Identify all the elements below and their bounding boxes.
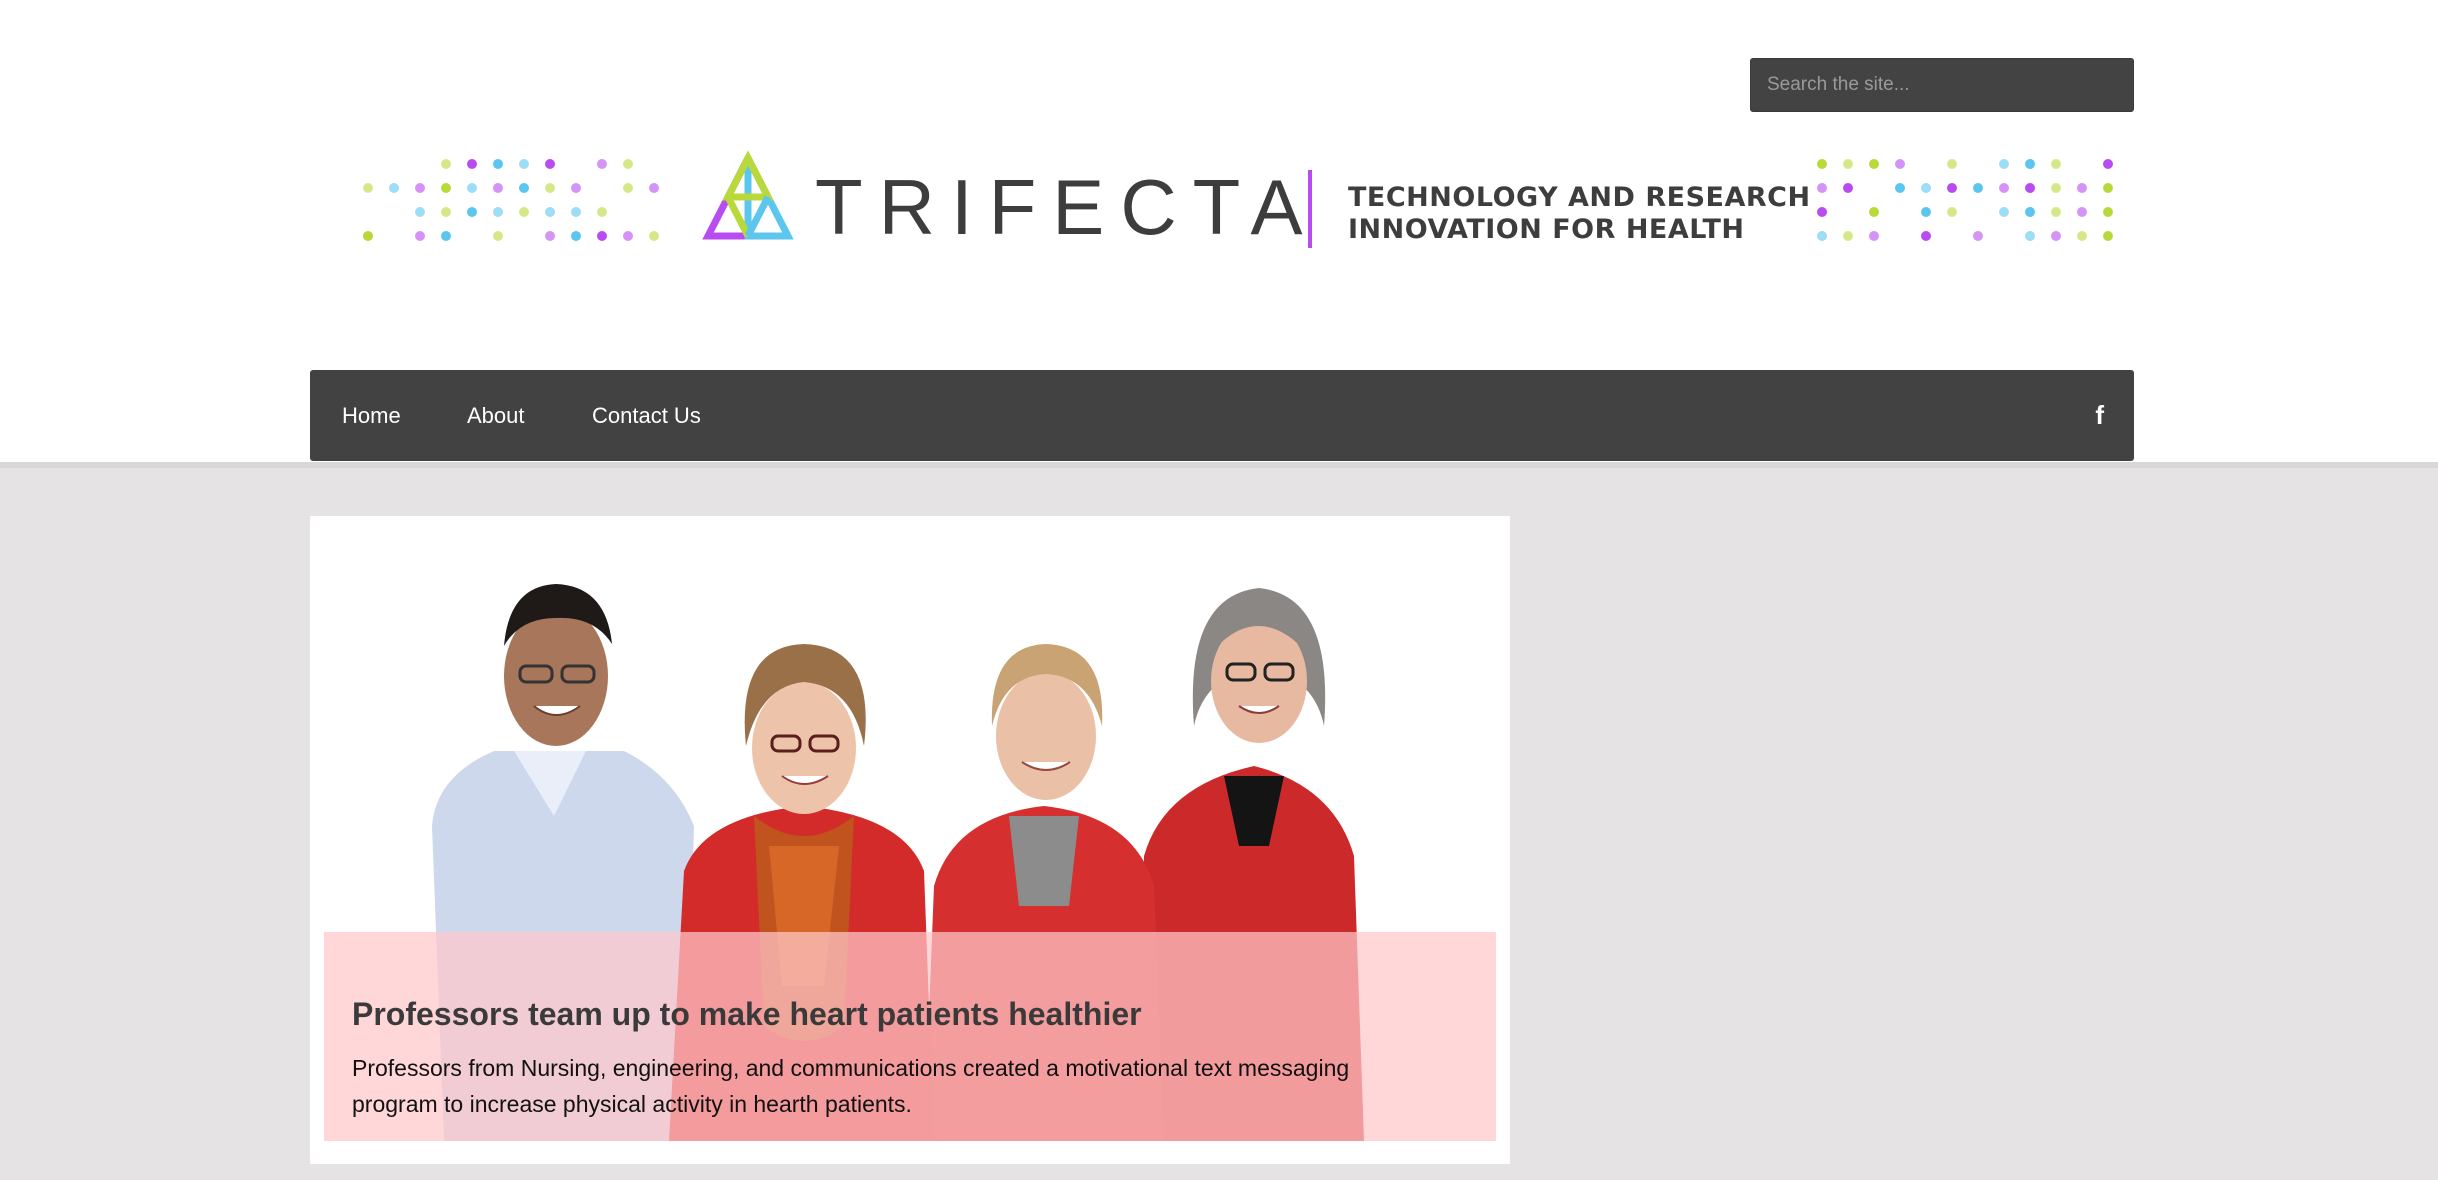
- logo-dots-right: [1817, 159, 2113, 241]
- nav-home-link[interactable]: Home: [342, 370, 401, 461]
- logo-wordmark: TRIFECTA: [815, 163, 1319, 251]
- trifecta-logo: TRIFECTA TECHNOLOGY AND RESEARCH INNOVAT…: [363, 150, 2113, 251]
- post-title[interactable]: Professors team up to make heart patient…: [352, 996, 1142, 1033]
- logo-tagline-line2: INNOVATION FOR HEALTH: [1348, 214, 1745, 245]
- logo-divider: [1308, 170, 1312, 248]
- post-summary: Professors from Nursing, engineering, an…: [352, 1055, 1350, 1117]
- caption-overlay: Professors team up to make heart patient…: [324, 932, 1496, 1141]
- triangle-logo-icon: [702, 150, 794, 240]
- main-nav: Home About Contact Us f: [310, 370, 2134, 461]
- logo-tagline-line1: TECHNOLOGY AND RESEARCH: [1348, 182, 1811, 213]
- nav-about-link[interactable]: About: [467, 370, 525, 461]
- site-header: TRIFECTA TECHNOLOGY AND RESEARCH INNOVAT…: [0, 0, 2438, 462]
- search-input[interactable]: [1750, 58, 2134, 112]
- facebook-icon[interactable]: f: [2095, 370, 2104, 461]
- logo-dots-left: [363, 159, 659, 241]
- featured-post-card[interactable]: Professors team up to make heart patient…: [310, 516, 1510, 1164]
- featured-photo[interactable]: Professors team up to make heart patient…: [324, 526, 1496, 1141]
- site-logo[interactable]: TRIFECTA TECHNOLOGY AND RESEARCH INNOVAT…: [340, 140, 2140, 270]
- nav-contact-link[interactable]: Contact Us: [592, 370, 701, 461]
